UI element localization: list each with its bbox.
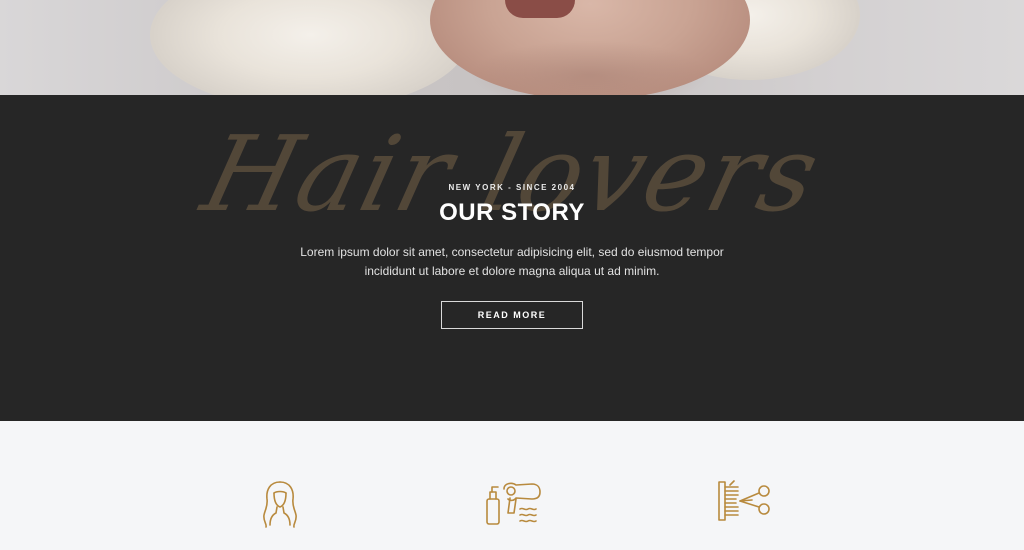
story-eyebrow: NEW YORK - SINCE 2004 <box>448 183 576 192</box>
woman-hair-icon <box>258 479 302 529</box>
story-body-line-2: incididunt ut labore et dolore magna ali… <box>364 264 660 278</box>
comb-scissors-icon <box>716 479 774 523</box>
read-more-button[interactable]: READ MORE <box>441 301 583 329</box>
story-title: OUR STORY <box>439 199 585 226</box>
our-story-section: Hair lovers NEW YORK - SINCE 2004 OUR ST… <box>0 95 1024 421</box>
hair-dryer-icon <box>484 479 542 527</box>
hair-left <box>150 0 470 95</box>
story-body: Lorem ipsum dolor sit amet, consectetur … <box>262 243 762 281</box>
lips <box>505 0 575 18</box>
story-body-line-1: Lorem ipsum dolor sit amet, consectetur … <box>300 245 724 259</box>
services-section <box>0 421 1024 550</box>
hero-photo <box>0 0 1024 95</box>
